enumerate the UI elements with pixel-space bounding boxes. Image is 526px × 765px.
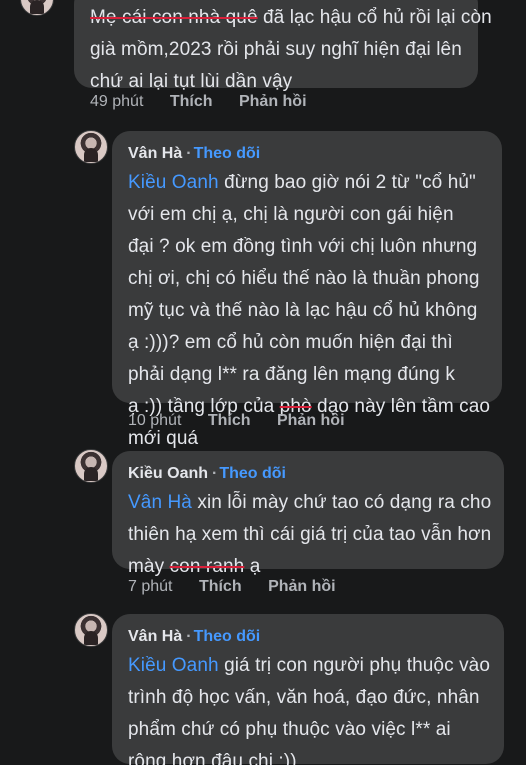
- comment-line: chị ơi, chị có hiểu thế nào là thuần pho…: [128, 263, 490, 295]
- comment-text-segment: rộng hơn đâu chị :)): [128, 751, 297, 765]
- comment-bubble: Kiều Oanh · Theo dõi Vân Hà xin lỗi mày ch…: [112, 451, 504, 577]
- commenter-avatar[interactable]: [74, 613, 108, 647]
- reply-button[interactable]: Phản hồi: [268, 578, 336, 595]
- commenter-avatar[interactable]: [20, 0, 54, 16]
- comment-time: 49 phút: [90, 93, 144, 110]
- comment-text-segment: mày: [128, 556, 170, 577]
- comment-line: Mẹ cái con nhà quê đã lạc hậu cổ hủ rồi …: [90, 2, 492, 34]
- comment-text-segment: chị ơi, chị có hiểu thế nào là thuần pho…: [128, 268, 480, 289]
- comment-text-segment: với em chị ạ, chị là người con gái hiện: [128, 204, 454, 225]
- like-button[interactable]: Thích: [208, 412, 251, 429]
- comment-time: 10 phút: [128, 412, 182, 429]
- comment-actions: 49 phút Thích Phản hồi: [90, 93, 329, 111]
- follow-button[interactable]: Theo dõi: [194, 628, 261, 645]
- follow-button[interactable]: Theo dõi: [219, 465, 286, 482]
- comment-line: già mồm,2023 rồi phải suy nghĩ hiện đại …: [90, 34, 492, 66]
- comment-text-segment: ạ :)))? em cổ hủ còn muốn hiện đại thì: [128, 332, 453, 353]
- comment-text-segment: phẩm chứ có phụ thuộc vào việc l** ai: [128, 719, 451, 740]
- comment-line: Kiều Oanh đừng bao giờ nói 2 từ "cổ hủ": [128, 167, 490, 199]
- comment-text-segment: già mồm,2023 rồi phải suy nghĩ hiện đại …: [90, 39, 462, 60]
- comment-line: Kiều Oanh giá trị con người phụ thuộc và…: [128, 650, 490, 682]
- comment-text-segment: giá trị con người phụ thuộc vào: [218, 655, 491, 676]
- comment-text-segment: trình độ học vấn, văn hoá, đạo đức, nhân: [128, 687, 480, 708]
- comment-actions: 7 phút Thích Phản hồi: [128, 578, 358, 596]
- struck-text: con ranh: [169, 556, 245, 577]
- mention-link[interactable]: Vân Hà: [128, 492, 192, 513]
- reply-button[interactable]: Phản hồi: [239, 93, 307, 110]
- comment-line: phải dạng l** ra đăng lên mạng đúng k: [128, 359, 490, 391]
- comment-line: trình độ học vấn, văn hoá, đạo đức, nhân: [128, 682, 490, 714]
- comment-text-segment: thiên hạ xem thì cái giá trị của tao vẫn…: [128, 524, 492, 545]
- struck-text: Mẹ cái con nhà quê: [90, 7, 258, 28]
- comment-header: Kiều Oanh · Theo dõi: [128, 465, 286, 482]
- comment-bubble: Vân Hà · Theo dõi Kiều Oanh giá trị con ng…: [112, 614, 504, 765]
- comment-text-segment: đã lạc hậu cổ hủ rồi lại còn: [257, 7, 492, 28]
- comment-bubble: Vân Hà · Theo dõi Kiều Oanh đừng bao giờ n…: [112, 131, 502, 449]
- comment-text-segment: mới quá: [128, 428, 199, 449]
- comment-thread: Mẹ cái con nhà quê đã lạc hậu cổ hủ rồi …: [0, 0, 526, 765]
- like-button[interactable]: Thích: [170, 93, 213, 110]
- commenter-avatar[interactable]: [74, 449, 108, 483]
- mention-link[interactable]: Kiều Oanh: [128, 172, 219, 193]
- comment-header: Vân Hà · Theo dõi: [128, 628, 261, 645]
- comment-text-segment: đại ? ok em đồng tình với chị luôn nhưng: [128, 236, 478, 257]
- comment-line: rộng hơn đâu chị :)): [128, 746, 490, 765]
- comment-line: với em chị ạ, chị là người con gái hiện: [128, 199, 490, 231]
- comment-text-segment: mỹ tục và thế nào là lạc hậu cổ hủ không: [128, 300, 478, 321]
- comment-line: đại ? ok em đồng tình với chị luôn nhưng: [128, 231, 490, 263]
- comment-line: Vân Hà xin lỗi mày chứ tao có dạng ra ch…: [128, 487, 491, 519]
- author-name[interactable]: Vân Hà: [128, 628, 182, 645]
- comment-line: phẩm chứ có phụ thuộc vào việc l** ai: [128, 714, 490, 746]
- comment-text-segment: chứ ai lại tụt lùi dần vậy: [90, 71, 293, 92]
- comment-text: Kiều Oanh giá trị con người phụ thuộc và…: [128, 650, 490, 765]
- follow-button[interactable]: Theo dõi: [194, 145, 261, 162]
- like-button[interactable]: Thích: [199, 578, 242, 595]
- comment-header: Vân Hà · Theo dõi: [128, 145, 261, 162]
- comment-text-segment: đừng bao giờ nói 2 từ "cổ hủ": [218, 172, 476, 193]
- comment-text-segment: phải dạng l** ra đăng lên mạng đúng k: [128, 364, 455, 385]
- reply-button[interactable]: Phản hồi: [277, 412, 345, 429]
- comment-line: mỹ tục và thế nào là lạc hậu cổ hủ không: [128, 295, 490, 327]
- author-name[interactable]: Kiều Oanh: [128, 465, 208, 482]
- comment-line: ạ :)))? em cổ hủ còn muốn hiện đại thì: [128, 327, 490, 359]
- comment-text: Vân Hà xin lỗi mày chứ tao có dạng ra ch…: [128, 487, 491, 583]
- comment-text: Mẹ cái con nhà quê đã lạc hậu cổ hủ rồi …: [90, 2, 492, 98]
- comment-time: 7 phút: [128, 578, 173, 595]
- comment-line: thiên hạ xem thì cái giá trị của tao vẫn…: [128, 519, 491, 551]
- comment-bubble: Mẹ cái con nhà quê đã lạc hậu cổ hủ rồi …: [74, 0, 492, 92]
- commenter-avatar[interactable]: [74, 130, 108, 164]
- mention-link[interactable]: Kiều Oanh: [128, 655, 219, 676]
- comment-text-segment: ạ: [244, 556, 261, 577]
- author-name[interactable]: Vân Hà: [128, 145, 182, 162]
- comment-text-segment: xin lỗi mày chứ tao có dạng ra cho: [191, 492, 492, 513]
- comment-actions: 10 phút Thích Phản hồi: [128, 412, 367, 430]
